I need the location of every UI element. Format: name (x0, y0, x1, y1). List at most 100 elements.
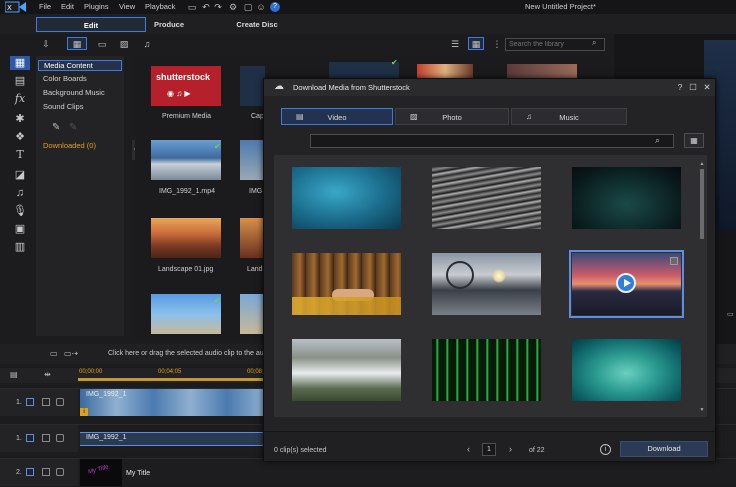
tab-label: Music (559, 113, 579, 122)
thumb-caption: Landscape 01.jpg (158, 266, 214, 273)
app-logo: X (4, 1, 27, 13)
library-view-icon[interactable]: ▦ (67, 37, 87, 50)
audio-clip[interactable]: IMG_1992_1 (80, 432, 264, 446)
folder-icon[interactable]: ▭ (187, 2, 197, 12)
tab-label: Photo (442, 113, 462, 122)
video-thumb[interactable] (432, 167, 541, 229)
tag-off-icon[interactable]: ✎ (69, 122, 77, 133)
fit-timeline-icon[interactable]: ⇹ (44, 370, 51, 379)
tab-video[interactable]: ▤ Video (281, 108, 393, 125)
scroll-up-icon[interactable]: ▲ (699, 161, 705, 167)
lock-icon[interactable] (56, 468, 64, 476)
redo-icon[interactable]: ↷ (213, 2, 223, 12)
tag-icon[interactable]: ✎ (52, 122, 60, 133)
track-enable-checkbox[interactable] (42, 434, 50, 442)
sort-icon[interactable]: ⋮ (489, 37, 505, 50)
video-thumb[interactable] (292, 167, 401, 229)
audio-filter-icon[interactable]: ♫ (139, 37, 155, 50)
scrollbar-thumb[interactable] (700, 169, 704, 239)
close-icon[interactable]: ✕ (702, 82, 712, 92)
shutterstock-search-input[interactable] (310, 134, 674, 148)
media-room-icon[interactable]: ▦ (10, 56, 30, 70)
video-thumb[interactable] (572, 339, 681, 401)
settings-icon[interactable]: ⚙ (228, 2, 238, 12)
info-icon[interactable]: i (600, 444, 611, 455)
grid-view-icon[interactable]: ▦ (684, 133, 704, 148)
particle-icon[interactable]: ❖ (12, 130, 28, 144)
video-clip[interactable]: IMG_1992_1 (80, 389, 264, 416)
search-icon[interactable]: ⌕ (655, 135, 660, 146)
pip-icon[interactable]: ✱ (12, 112, 28, 126)
tree-background-music[interactable]: Background Music (43, 88, 105, 97)
title-room-icon[interactable]: T (12, 148, 28, 162)
tree-color-boards[interactable]: Color Boards (43, 74, 87, 83)
effects-icon[interactable]: fx (12, 92, 28, 106)
tree-sound-clips[interactable]: Sound Clips (43, 102, 83, 111)
insert-mode-icon[interactable]: ▭⇢ (64, 349, 78, 358)
library-thumb[interactable] (151, 218, 221, 258)
tree-downloaded[interactable]: Downloaded (0) (43, 141, 96, 150)
lock-icon[interactable] (56, 434, 64, 442)
library-thumb[interactable] (240, 66, 265, 106)
next-page-icon[interactable]: › (509, 444, 512, 454)
list-view-icon[interactable]: ☰ (447, 37, 463, 50)
audio-track-icon (26, 434, 34, 442)
restore-icon[interactable]: ☐ (688, 82, 698, 92)
tab-create-disc[interactable]: Create Disc (202, 17, 312, 32)
prev-page-icon[interactable]: ‹ (467, 444, 470, 454)
transition-icon[interactable]: ◪ (12, 168, 28, 182)
dialog-title-bar[interactable]: ☁ Download Media from Shutterstock ? ☐ ✕ (264, 79, 715, 96)
tree-media-content[interactable]: Media Content (38, 60, 122, 71)
scrollbar[interactable]: ▲ ▼ (699, 161, 705, 415)
tab-music[interactable]: ♫ Music (511, 108, 627, 125)
page-number-input[interactable]: 1 (482, 443, 496, 456)
voiceover-icon[interactable]: 🎙 (12, 204, 28, 218)
menu-file[interactable]: File (39, 2, 51, 11)
video-thumb[interactable] (572, 167, 681, 229)
menu-plugins[interactable]: Plugins (84, 2, 109, 11)
timeline-storyboard-icon[interactable]: ▭ (50, 349, 58, 358)
chat-icon[interactable]: ▢ (243, 2, 253, 12)
user-icon[interactable]: ☺ (256, 2, 266, 12)
video-filter-icon[interactable]: ▭ (94, 37, 110, 50)
grid-view-icon[interactable]: ▦ (468, 37, 484, 50)
video-thumb-selected[interactable] (569, 250, 684, 318)
track-enable-checkbox[interactable] (42, 398, 50, 406)
video-thumb[interactable] (432, 339, 541, 401)
video-thumb[interactable] (292, 339, 401, 401)
help-icon[interactable]: ? (675, 82, 685, 92)
undo-icon[interactable]: ↶ (201, 2, 211, 12)
library-thumb[interactable] (240, 218, 265, 258)
track-manager-icon[interactable]: ▤ (10, 370, 18, 379)
lock-icon[interactable] (56, 398, 64, 406)
tab-photo[interactable]: ▨ Photo (395, 108, 509, 125)
video-thumb[interactable] (432, 253, 541, 315)
track-enable-checkbox[interactable] (42, 468, 50, 476)
premium-media-thumb[interactable]: shutterstock ◉ ♫ ▶ (151, 66, 221, 106)
menu-playback[interactable]: Playback (145, 2, 175, 11)
play-icon[interactable] (616, 273, 636, 293)
image-filter-icon[interactable]: ▨ (116, 37, 132, 50)
video-thumb[interactable] (292, 253, 401, 315)
help-icon[interactable]: ? (270, 2, 280, 12)
chapter-icon[interactable]: ▣ (12, 222, 28, 236)
preview-control-icon[interactable]: ▭ (727, 310, 734, 318)
audio-mixer-icon[interactable]: ♫ (12, 186, 28, 200)
video-track-icon (26, 398, 34, 406)
menu-view[interactable]: View (119, 2, 135, 11)
subtitle-icon[interactable]: ▥ (12, 240, 28, 254)
menu-edit[interactable]: Edit (61, 2, 74, 11)
scroll-down-icon[interactable]: ▼ (699, 407, 705, 413)
library-thumb[interactable] (151, 294, 221, 334)
download-button[interactable]: Download (620, 441, 708, 457)
import-icon[interactable]: ⇩ (38, 37, 54, 50)
library-thumb[interactable] (151, 140, 221, 180)
title-track: 2. My Title My Title (0, 458, 736, 486)
library-search-input[interactable] (505, 38, 605, 51)
search-icon[interactable]: ⌕ (592, 38, 596, 48)
title-clip-thumb[interactable]: My Title (80, 459, 122, 486)
select-checkbox[interactable] (670, 257, 678, 265)
library-thumb[interactable] (240, 140, 265, 180)
library-thumb[interactable] (240, 294, 265, 334)
fx-room-icon[interactable]: ▤ (12, 74, 28, 88)
